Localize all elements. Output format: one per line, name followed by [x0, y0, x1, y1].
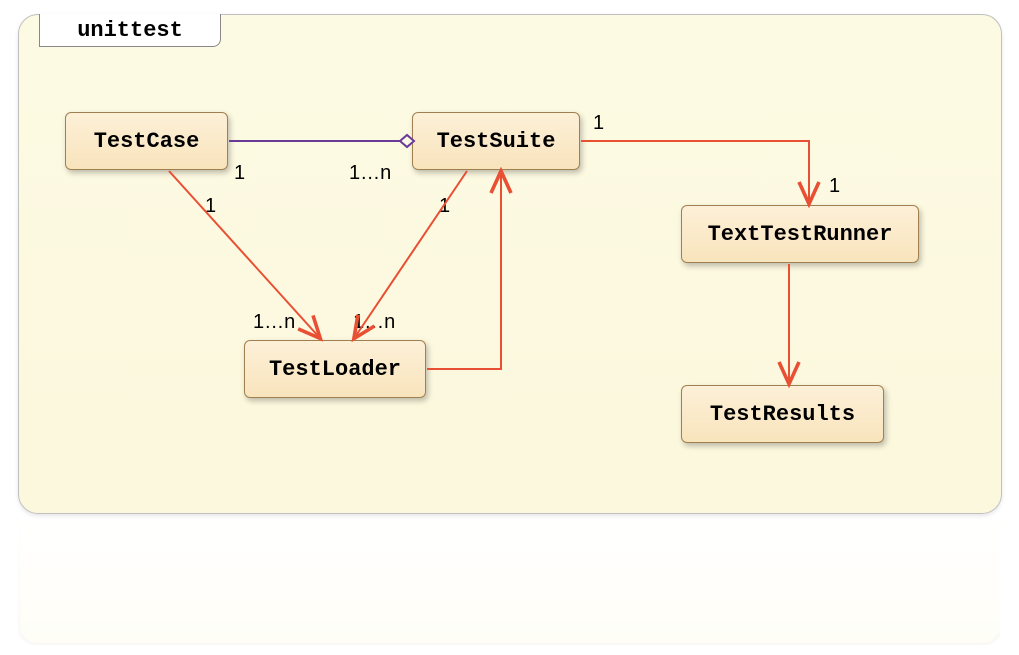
class-runner: TextTestRunner: [681, 205, 919, 263]
mult-loader-left: 1…n: [253, 311, 295, 334]
mult-loader-right: 1…n: [353, 311, 395, 334]
class-runner-label: TextTestRunner: [708, 222, 893, 247]
diagram-frame: unittest TestCase TestSuite TestLoader T…: [18, 14, 1002, 514]
class-testloader-label: TestLoader: [269, 357, 401, 382]
mult-testcase-side: 1: [234, 162, 245, 185]
class-testsuite: TestSuite: [412, 112, 580, 170]
class-results-label: TestResults: [710, 402, 855, 427]
edge-testsuite-runner: [581, 141, 809, 202]
edge-testcase-testloader: [169, 171, 319, 337]
mult-testsuite-side: 1…n: [349, 162, 391, 185]
class-testcase: TestCase: [65, 112, 228, 170]
reflection: TestLoader TestResults: [18, 515, 1000, 645]
mult-ts-to-loader: 1: [439, 195, 450, 218]
class-testsuite-label: TestSuite: [437, 129, 556, 154]
mult-tc-to-loader: 1: [205, 195, 216, 218]
package-tab: unittest: [39, 14, 221, 47]
class-testcase-label: TestCase: [94, 129, 200, 154]
class-results: TestResults: [681, 385, 884, 443]
mult-ts-runner-tgt: 1: [829, 175, 840, 198]
mult-ts-runner-src: 1: [593, 112, 604, 135]
package-label: unittest: [77, 18, 183, 43]
class-testloader: TestLoader: [244, 340, 426, 398]
